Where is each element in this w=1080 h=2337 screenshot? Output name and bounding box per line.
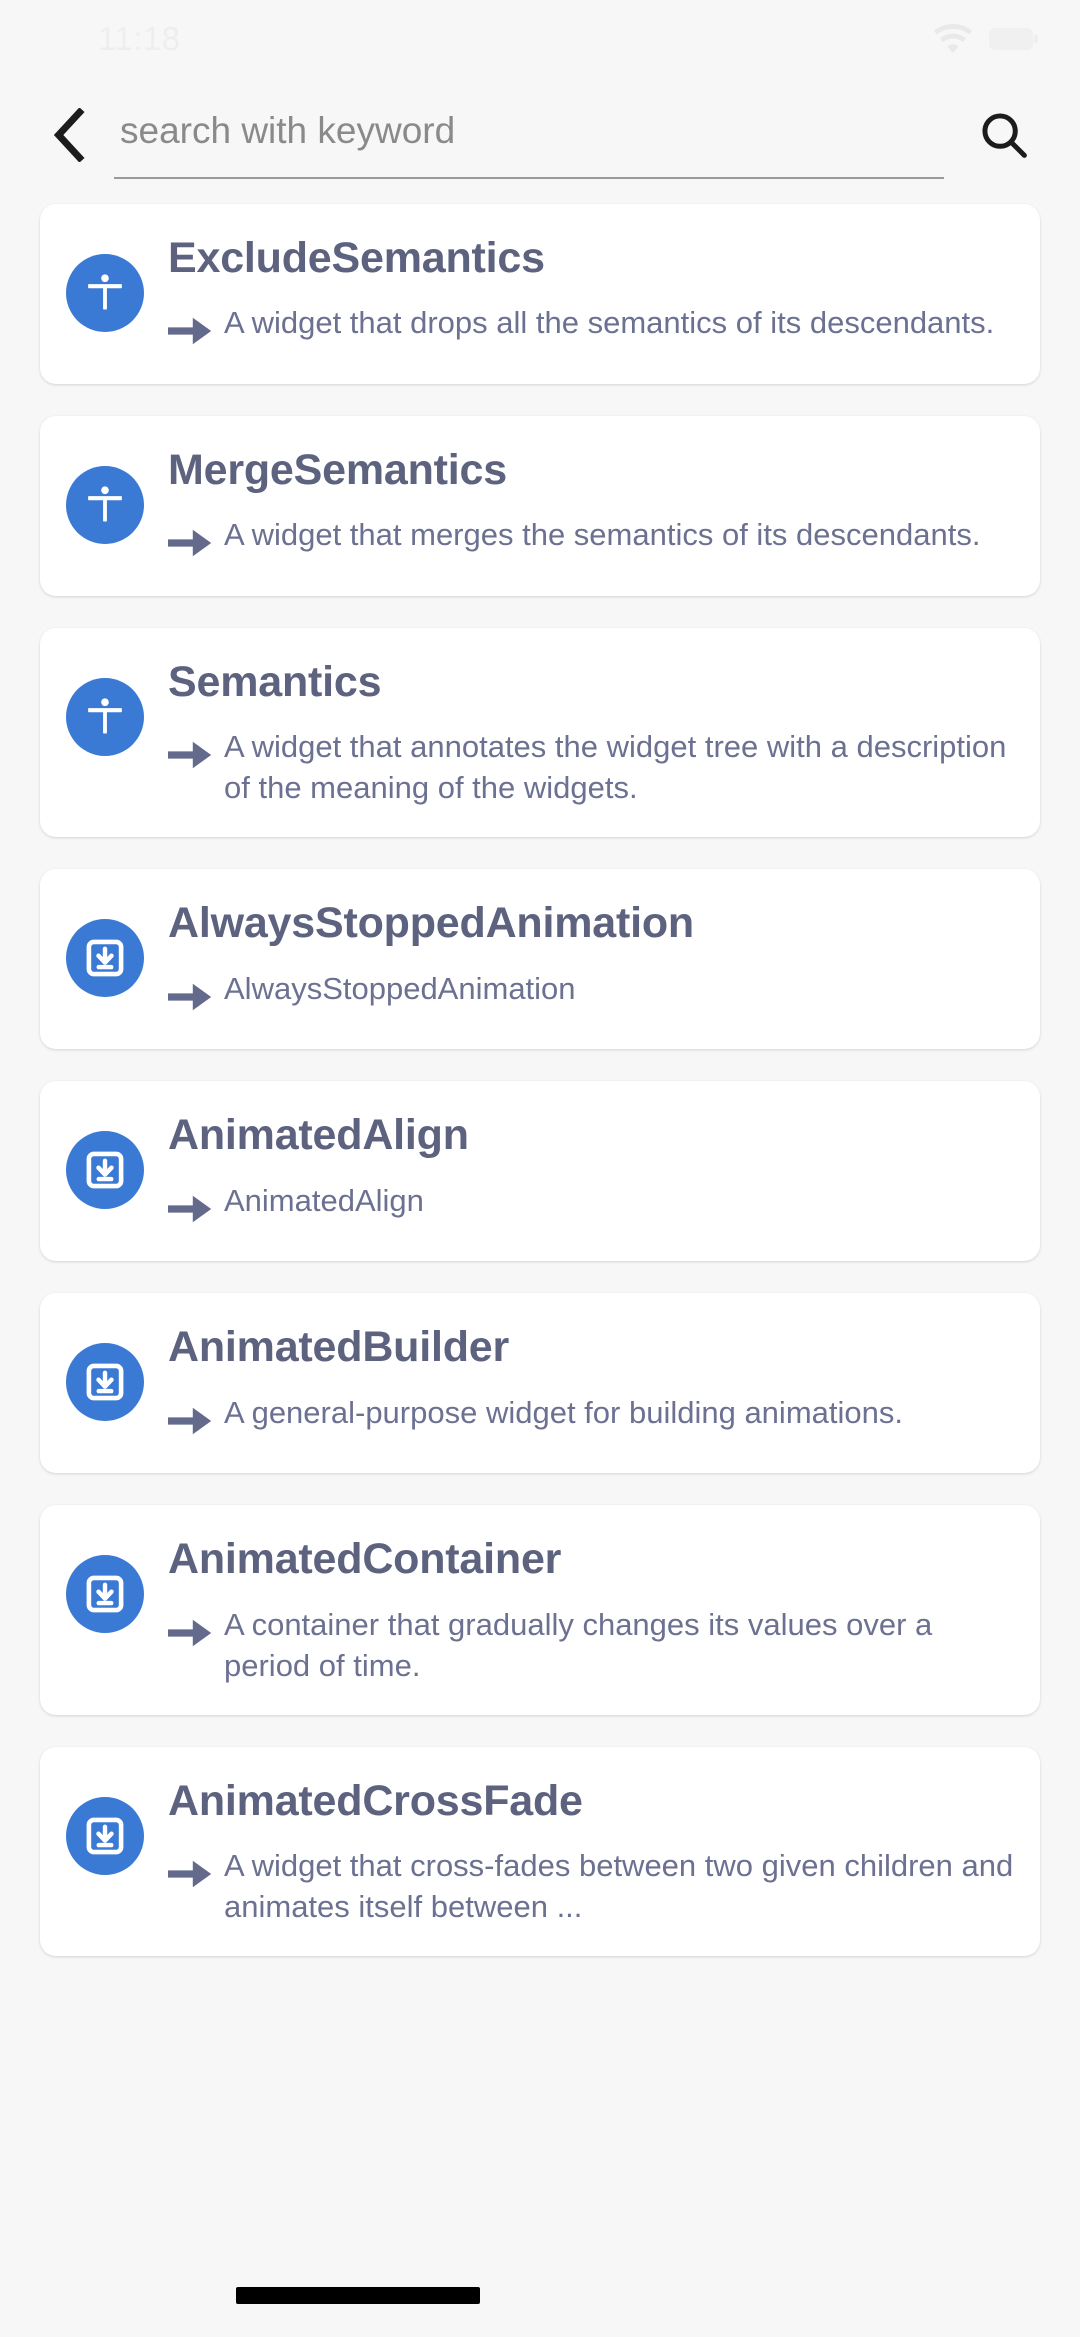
- list-item-body: AnimatedCrossFade A widget that cross-fa…: [144, 1775, 1016, 1928]
- arrow-right-icon: [168, 527, 212, 559]
- list-item-body: AnimatedBuilder A general-purpose widget…: [144, 1321, 1016, 1436]
- widget-result-list: ExcludeSemantics A widget that drops all…: [0, 196, 1080, 1956]
- arrow-right-icon: [168, 981, 212, 1013]
- list-item-body: Semantics A widget that annotates the wi…: [144, 656, 1016, 809]
- list-item-description: AnimatedAlign: [224, 1182, 424, 1218]
- list-item-description-row: AlwaysStoppedAnimation: [168, 969, 1016, 1013]
- list-item-description: AlwaysStoppedAnimation: [224, 970, 576, 1006]
- list-item[interactable]: AnimatedBuilder A general-purpose widget…: [40, 1293, 1040, 1474]
- list-item[interactable]: ExcludeSemantics A widget that drops all…: [40, 204, 1040, 384]
- download-box-icon: [66, 1343, 144, 1422]
- list-item-title: AnimatedContainer: [168, 1535, 562, 1584]
- list-item-description: A widget that drops all the semantics of…: [224, 305, 995, 341]
- arrow-right-icon: [168, 315, 212, 347]
- list-item-description: A container that gradually changes its v…: [224, 1606, 933, 1683]
- list-item-description-row: AnimatedAlign: [168, 1181, 1016, 1225]
- list-item-body: ExcludeSemantics A widget that drops all…: [144, 232, 1016, 347]
- list-item-body: AnimatedContainer A container that gradu…: [144, 1533, 1016, 1686]
- search-input[interactable]: [114, 110, 944, 162]
- status-bar: 11:18: [0, 0, 1080, 78]
- search-icon: [978, 109, 1030, 166]
- download-box-icon: [66, 919, 144, 998]
- list-item-title: MergeSemantics: [168, 446, 507, 494]
- list-item-body: MergeSemantics A widget that merges the …: [144, 444, 1016, 559]
- list-item[interactable]: AlwaysStoppedAnimation AlwaysStoppedAnim…: [40, 869, 1040, 1050]
- redaction-bar: [236, 2287, 480, 2304]
- download-box-icon: [66, 1131, 144, 1210]
- list-item-title: Semantics: [168, 658, 382, 706]
- list-item-description: A widget that cross-fades between two gi…: [224, 1847, 1014, 1924]
- arrow-right-icon: [168, 1405, 212, 1437]
- accessibility-icon: [66, 678, 144, 756]
- search-bar: [0, 78, 1080, 196]
- list-item-title: AnimatedBuilder: [168, 1323, 510, 1372]
- list-item-description-row: A container that gradually changes its v…: [168, 1605, 1016, 1687]
- list-item-body: AlwaysStoppedAnimation AlwaysStoppedAnim…: [144, 897, 1016, 1012]
- list-item-description: A general-purpose widget for building an…: [224, 1394, 903, 1430]
- wifi-icon: [934, 24, 972, 54]
- arrow-right-icon: [168, 1858, 212, 1890]
- battery-icon: [988, 25, 1038, 53]
- list-item[interactable]: AnimatedAlign AnimatedAlign: [40, 1081, 1040, 1262]
- list-item-description: A widget that annotates the widget tree …: [224, 729, 1007, 806]
- arrow-right-icon: [168, 1193, 212, 1225]
- arrow-right-icon: [168, 1617, 212, 1649]
- list-item-description-row: A general-purpose widget for building an…: [168, 1393, 1016, 1437]
- back-button[interactable]: [40, 106, 98, 167]
- list-item-description: A widget that merges the semantics of it…: [224, 517, 981, 553]
- list-item[interactable]: AnimatedContainer A container that gradu…: [40, 1505, 1040, 1715]
- download-box-icon: [66, 1555, 144, 1634]
- list-item-title: AnimatedCrossFade: [168, 1776, 583, 1825]
- back-chevron-icon: [49, 106, 89, 167]
- arrow-right-icon: [168, 739, 212, 771]
- list-item-title: AnimatedAlign: [168, 1111, 469, 1160]
- list-item[interactable]: MergeSemantics A widget that merges the …: [40, 416, 1040, 596]
- list-item-description-row: A widget that cross-fades between two gi…: [168, 1846, 1016, 1928]
- search-submit-button[interactable]: [968, 101, 1040, 173]
- list-item-description-row: A widget that drops all the semantics of…: [168, 303, 1016, 347]
- list-item[interactable]: Semantics A widget that annotates the wi…: [40, 628, 1040, 838]
- status-time: 11:18: [98, 20, 181, 57]
- download-box-icon: [66, 1796, 144, 1875]
- list-item-title: ExcludeSemantics: [168, 234, 545, 282]
- list-item-body: AnimatedAlign AnimatedAlign: [144, 1109, 1016, 1224]
- accessibility-icon: [66, 466, 144, 544]
- list-item[interactable]: AnimatedCrossFade A widget that cross-fa…: [40, 1746, 1040, 1956]
- list-item-title: AlwaysStoppedAnimation: [168, 899, 694, 948]
- status-indicators: [934, 24, 1038, 54]
- list-item-description-row: A widget that annotates the widget tree …: [168, 727, 1016, 809]
- list-item-description-row: A widget that merges the semantics of it…: [168, 515, 1016, 559]
- search-field-wrapper: [114, 95, 944, 179]
- accessibility-icon: [66, 254, 144, 332]
